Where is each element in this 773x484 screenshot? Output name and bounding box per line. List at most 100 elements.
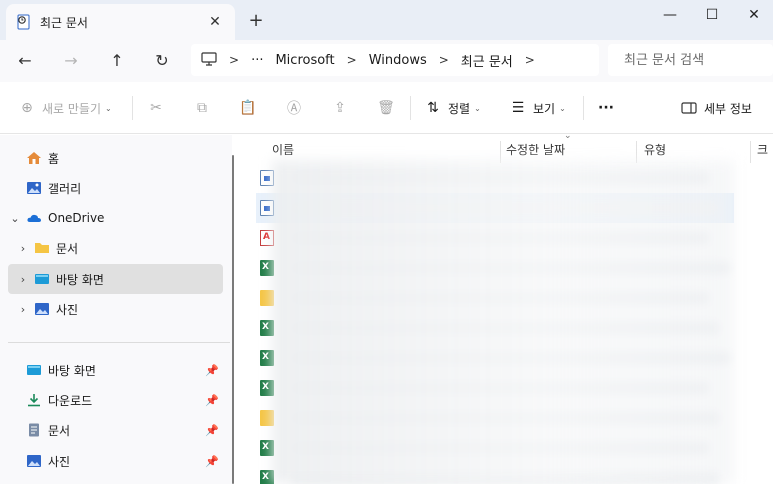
- pictures-icon: [34, 302, 50, 316]
- minimize-button[interactable]: —: [650, 2, 690, 28]
- sidebar-item-home[interactable]: 홈: [8, 143, 223, 173]
- pin-icon[interactable]: 📌: [205, 394, 219, 407]
- breadcrumb-recent-documents[interactable]: 최근 문서: [455, 51, 519, 70]
- command-bar: ⊕ 새로 만들기 ⌄ ✂ ⧉ 📋 Ⓐ ⇪ 🗑 ⇅ 정렬 ⌄ ☰ 보기 ⌄ ···…: [0, 82, 773, 134]
- pin-icon[interactable]: 📌: [205, 455, 219, 468]
- documents-icon: [26, 423, 42, 437]
- view-button[interactable]: ☰ 보기 ⌄: [509, 96, 566, 120]
- sidebar-item-label: 다운로드: [48, 393, 93, 408]
- details-pane-button[interactable]: 세부 정보: [680, 96, 752, 120]
- sidebar-item-label: 사진: [48, 454, 71, 469]
- breadcrumb-chevron[interactable]: >: [433, 53, 455, 67]
- sort-button[interactable]: ⇅ 정렬 ⌄: [424, 96, 481, 120]
- column-header-date-modified[interactable]: 수정한 날짜: [506, 138, 565, 162]
- chevron-right-icon[interactable]: ›: [16, 303, 30, 316]
- sidebar-item-gallery[interactable]: 갤러리: [8, 173, 223, 203]
- pin-icon[interactable]: 📌: [205, 424, 219, 437]
- recent-documents-icon: [16, 14, 32, 30]
- share-button[interactable]: ⇪: [331, 96, 355, 120]
- column-header-type[interactable]: 유형: [644, 138, 666, 162]
- navigation-pane: 홈 갤러리 ⌄ OneDrive › 문서 › 바탕 화면 › 사진 바탕 화면…: [0, 135, 232, 484]
- sort-descending-icon: ⌄: [564, 131, 572, 141]
- divider: [583, 96, 584, 120]
- desktop-icon: [26, 363, 42, 377]
- new-tab-button[interactable]: +: [245, 10, 267, 31]
- sidebar-item-label: 바탕 화면: [56, 272, 104, 287]
- pin-icon[interactable]: 📌: [205, 364, 219, 377]
- maximize-button[interactable]: ☐: [692, 2, 732, 28]
- forward-button[interactable]: →: [58, 48, 84, 74]
- sidebar-item-label: 갤러리: [48, 181, 82, 196]
- divider: [8, 342, 230, 343]
- sidebar-item-label: 사진: [56, 302, 79, 317]
- navigation-bar: ← → ↑ ↻ > ··· Microsoft > Windows > 최근 문…: [0, 40, 773, 82]
- address-bar[interactable]: > ··· Microsoft > Windows > 최근 문서 >: [191, 44, 599, 76]
- view-button-label: 보기: [533, 101, 556, 116]
- chevron-down-icon: ⌄: [559, 103, 566, 113]
- sidebar-item-label: 문서: [48, 423, 71, 438]
- new-button-label: 새로 만들기: [42, 101, 102, 116]
- refresh-button[interactable]: ↻: [149, 48, 175, 74]
- title-bar: 최근 문서 ✕ + — ☐ ✕: [0, 0, 773, 40]
- view-list-icon: ☰: [511, 100, 525, 116]
- desktop-icon: [34, 272, 50, 286]
- sidebar-item-label: 문서: [56, 241, 79, 256]
- copy-icon: ⧉: [197, 100, 207, 116]
- pane-splitter[interactable]: [232, 155, 234, 484]
- sidebar-item-pictures[interactable]: › 사진: [8, 294, 223, 324]
- breadcrumb-overflow[interactable]: ···: [245, 53, 269, 68]
- scissors-icon: ✂: [150, 100, 162, 116]
- search-input[interactable]: [624, 52, 754, 68]
- cut-button[interactable]: ✂: [147, 96, 171, 120]
- up-button[interactable]: ↑: [104, 48, 130, 74]
- redaction-blur: [272, 160, 734, 484]
- rename-icon: Ⓐ: [287, 101, 301, 117]
- chevron-right-icon[interactable]: ›: [16, 273, 30, 286]
- chevron-down-icon[interactable]: ⌄: [8, 212, 22, 225]
- computer-icon[interactable]: [201, 52, 219, 68]
- breadcrumb-chevron[interactable]: >: [519, 53, 541, 67]
- tab-recent-documents[interactable]: 최근 문서 ✕: [6, 4, 235, 40]
- sidebar-item-label: 바탕 화면: [48, 363, 96, 378]
- breadcrumb-microsoft[interactable]: Microsoft: [269, 53, 340, 68]
- sidebar-item-desktop[interactable]: › 바탕 화면: [8, 264, 223, 294]
- onedrive-cloud-icon: [26, 211, 42, 225]
- delete-button[interactable]: 🗑: [377, 96, 401, 120]
- breadcrumb-windows[interactable]: Windows: [363, 53, 433, 68]
- download-icon: [26, 393, 42, 407]
- quick-access-downloads[interactable]: 다운로드 📌: [8, 385, 223, 415]
- new-button[interactable]: ⊕ 새로 만들기 ⌄: [18, 96, 112, 120]
- close-tab-icon[interactable]: ✕: [205, 14, 225, 30]
- sidebar-item-onedrive[interactable]: ⌄ OneDrive: [8, 203, 223, 233]
- quick-access-desktop[interactable]: 바탕 화면 📌: [8, 355, 223, 385]
- quick-access-pictures[interactable]: 사진 📌: [8, 446, 223, 476]
- details-pane-label: 세부 정보: [704, 101, 752, 116]
- chevron-down-icon: ⌄: [474, 103, 481, 113]
- column-divider[interactable]: [750, 141, 751, 163]
- pictures-icon: [26, 454, 42, 468]
- home-icon: [26, 151, 42, 165]
- chevron-right-icon[interactable]: ›: [16, 242, 30, 255]
- share-icon: ⇪: [334, 100, 346, 116]
- column-header-size[interactable]: 크: [757, 138, 768, 162]
- column-header-name[interactable]: 이름: [272, 138, 294, 162]
- divider: [132, 96, 133, 120]
- more-options-button[interactable]: ···: [598, 96, 614, 120]
- chevron-down-icon: ⌄: [105, 103, 112, 113]
- close-window-button[interactable]: ✕: [734, 2, 773, 28]
- trash-icon: 🗑: [377, 100, 395, 116]
- copy-button[interactable]: ⧉: [193, 96, 217, 120]
- sidebar-item-documents-folder[interactable]: › 문서: [8, 233, 223, 263]
- gallery-icon: [26, 181, 42, 195]
- search-box[interactable]: [608, 44, 773, 76]
- paste-icon: 📋: [239, 100, 257, 116]
- rename-button[interactable]: Ⓐ: [285, 96, 309, 120]
- breadcrumb-chevron[interactable]: >: [223, 53, 245, 67]
- quick-access-documents[interactable]: 문서 📌: [8, 415, 223, 445]
- paste-button[interactable]: 📋: [239, 96, 263, 120]
- folder-icon: [34, 241, 50, 255]
- breadcrumb-chevron[interactable]: >: [341, 53, 363, 67]
- tab-title: 최근 문서: [40, 15, 88, 30]
- sort-icon: ⇅: [427, 100, 439, 116]
- back-button[interactable]: ←: [12, 48, 38, 74]
